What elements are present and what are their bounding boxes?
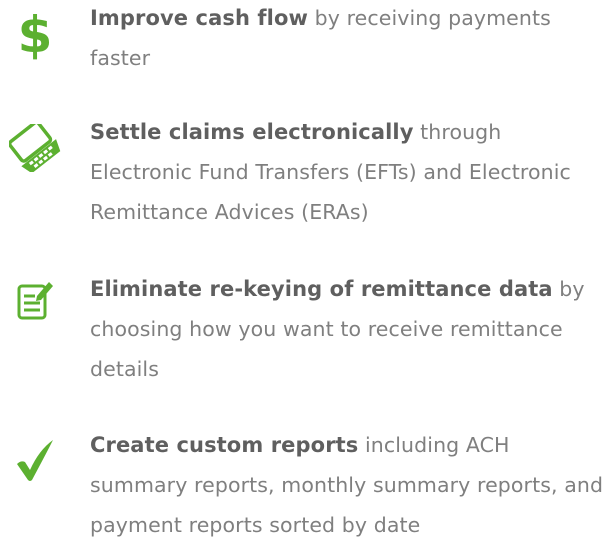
benefit-item-settle-claims: Settle claims electronically through Ele… <box>0 112 612 252</box>
benefit-heading: Create custom reports <box>90 433 359 457</box>
benefit-item-cash-flow: $ Improve cash flow by receiving payment… <box>0 0 612 90</box>
benefit-text: Create custom reports including ACH summ… <box>90 425 610 545</box>
laptop-icon <box>0 118 70 178</box>
dollar-sign-icon: $ <box>0 4 70 64</box>
benefit-text: Eliminate re-keying of remittance data b… <box>90 269 610 389</box>
benefit-heading: Settle claims electronically <box>90 120 414 144</box>
checkmark-icon <box>0 432 70 488</box>
benefit-text: Improve cash flow by receiving payments … <box>90 0 610 78</box>
benefit-heading: Eliminate re-keying of remittance data <box>90 277 553 301</box>
benefit-list: $ Improve cash flow by receiving payment… <box>0 0 612 552</box>
edit-document-icon <box>0 275 70 325</box>
benefit-item-eliminate-rekeying: Eliminate re-keying of remittance data b… <box>0 271 612 391</box>
benefit-item-custom-reports: Create custom reports including ACH summ… <box>0 428 612 552</box>
benefit-text: Settle claims electronically through Ele… <box>90 112 610 232</box>
svg-text:$: $ <box>18 6 53 62</box>
benefit-heading: Improve cash flow <box>90 6 308 30</box>
